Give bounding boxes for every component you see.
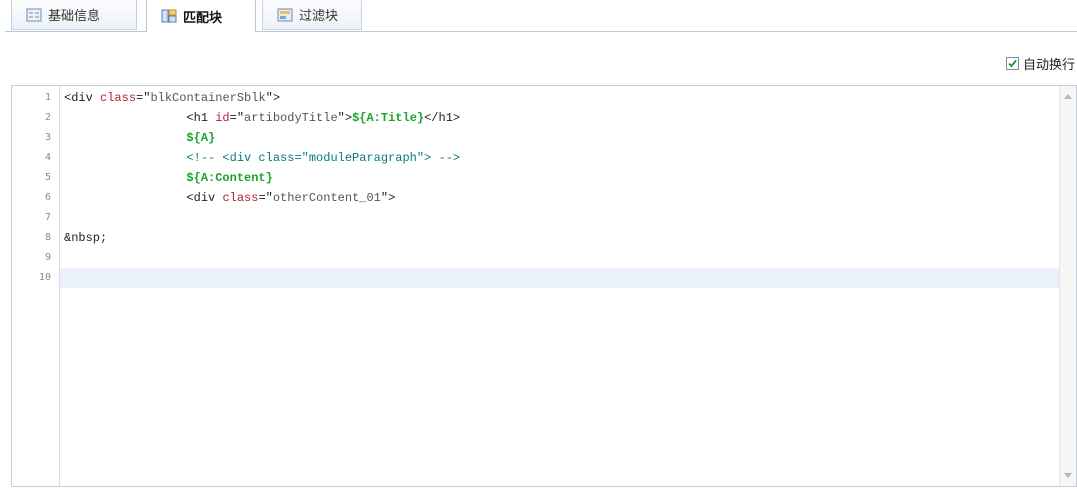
code-token: blkContainerSblk <box>150 91 266 105</box>
form-icon <box>26 8 42 22</box>
code-token: ${A:Title} <box>352 111 425 125</box>
line-number: 8 <box>44 232 51 243</box>
code-token: artibodyTitle <box>244 111 338 125</box>
code-line: ${A} <box>64 128 215 148</box>
code-line: <!-- <div class="moduleParagraph"> --> <box>64 148 460 168</box>
code-token: <!-- <div class="moduleParagraph"> --> <box>186 151 461 165</box>
code-token: class <box>100 91 137 105</box>
line-number: 10 <box>38 272 51 283</box>
auto-wrap-checkbox[interactable] <box>1005 57 1019 70</box>
code-token: =" <box>136 91 151 105</box>
tab-label: 过滤块 <box>299 9 339 24</box>
blocks-icon <box>161 9 177 23</box>
tab-filter-blocks[interactable]: 过滤块 <box>262 0 362 30</box>
auto-wrap-label: 自动换行 <box>1022 58 1075 73</box>
line-number: 4 <box>44 152 51 163</box>
code-line: <div class="blkContainerSblk"> <box>64 88 280 108</box>
code-token: <div <box>64 91 101 105</box>
code-token: otherContent_01 <box>272 191 381 205</box>
line-number: 6 <box>44 192 51 203</box>
code-token: id <box>215 111 230 125</box>
code-area[interactable]: <div class="blkContainerSblk"> <h1 id="a… <box>60 86 1059 486</box>
checkmark-icon <box>1008 59 1017 68</box>
auto-wrap-toggle[interactable]: 自动换行 <box>1005 54 1075 73</box>
tab-label: 匹配块 <box>183 10 223 26</box>
line-number: 5 <box>44 172 51 183</box>
filter-icon <box>277 8 293 22</box>
scroll-up-arrow[interactable] <box>1064 94 1072 99</box>
code-line: <h1 id="artibodyTitle">${A:Title}</h1> <box>64 108 460 128</box>
code-token: ${A:Content} <box>186 171 273 185</box>
code-token: <h1 <box>186 111 216 125</box>
line-number: 9 <box>44 252 51 263</box>
scroll-down-arrow[interactable] <box>1064 473 1072 478</box>
code-line: ${A:Content} <box>64 168 273 188</box>
code-token: "> <box>380 191 396 205</box>
tab-label: 基础信息 <box>48 9 101 24</box>
code-token: ${A} <box>186 131 216 145</box>
line-number: 7 <box>44 212 51 223</box>
code-line: &nbsp; <box>64 228 107 248</box>
line-number-gutter: 1 2 3 4 5 6 7 8 9 10 <box>12 86 60 486</box>
line-number: 2 <box>44 112 51 123</box>
code-token: "> <box>265 91 281 105</box>
tab-bar: 基础信息 匹配块 过滤块 <box>0 0 1077 33</box>
code-token: </h1> <box>424 111 461 125</box>
code-token: =" <box>229 111 245 125</box>
code-token: <div <box>186 191 223 205</box>
tab-match-blocks[interactable]: 匹配块 <box>146 0 256 33</box>
code-token: "> <box>337 111 353 125</box>
code-token: =" <box>258 191 273 205</box>
active-line-highlight <box>60 268 1059 288</box>
tab-basic-info[interactable]: 基础信息 <box>11 0 137 30</box>
code-token: &nbsp; <box>64 231 108 245</box>
code-token: class <box>222 191 259 205</box>
code-editor[interactable]: 1 2 3 4 5 6 7 8 9 10 <div class="blkContainerSblk… <box>11 85 1077 487</box>
code-line: <div class="otherContent_01"> <box>64 188 395 208</box>
line-number: 3 <box>44 132 51 143</box>
line-number: 1 <box>44 92 51 103</box>
vertical-scrollbar[interactable] <box>1059 86 1076 486</box>
